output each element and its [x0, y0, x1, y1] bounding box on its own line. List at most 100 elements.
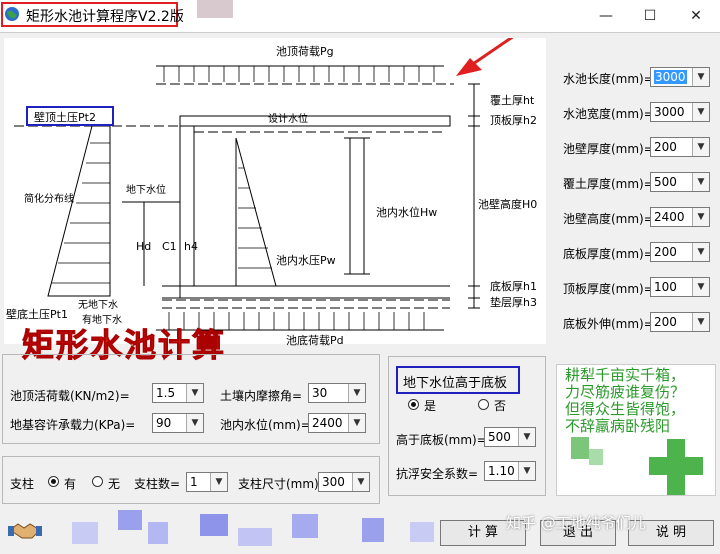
label-inner-water-level: 池内水位Hw: [376, 206, 438, 219]
column-size-select[interactable]: 300 ▼: [318, 472, 370, 492]
pixel-block: [72, 522, 98, 544]
dim-select[interactable]: 3000 ▼: [650, 67, 710, 87]
label-top-load: 池顶荷载Pg: [276, 45, 334, 58]
chevron-down-icon[interactable]: ▼: [518, 462, 535, 480]
chevron-down-icon[interactable]: ▼: [692, 68, 709, 86]
dim-label: 池壁高度(mm)=: [563, 212, 654, 226]
column-yes-radio[interactable]: [48, 476, 59, 487]
bearing-capacity-select[interactable]: 90 ▼: [152, 413, 204, 433]
dim-value: 500: [654, 175, 677, 189]
pixel-block: [200, 514, 228, 536]
dim-select[interactable]: 3000 ▼: [650, 102, 710, 122]
label-c1: C1: [162, 240, 177, 253]
dim-label: 顶板厚度(mm)=: [563, 282, 654, 296]
label-cushion: 垫层厚h3: [490, 296, 537, 309]
chevron-down-icon[interactable]: ▼: [692, 243, 709, 261]
dim-select[interactable]: 500 ▼: [650, 172, 710, 192]
label-wall-top-pressure: 壁顶土压Pt2: [34, 111, 96, 124]
divider: [0, 32, 720, 33]
dim-label: 底板外伸(mm)=: [563, 317, 654, 331]
poem-line: 力尽筋疲谁复伤？: [565, 383, 686, 401]
bearing-capacity-value: 90: [156, 416, 172, 430]
label-wall-height: 池壁高度H0: [478, 198, 538, 211]
column-no-radio[interactable]: [92, 476, 103, 487]
pixel-block: [649, 457, 703, 475]
label-bottom-load: 池底荷载Pd: [286, 334, 344, 347]
diagram-panel: 池顶荷载Pg 壁顶土压Pt2 设计水位 覆土厚ht 顶板厚h2 简化分布线 地下…: [4, 38, 546, 347]
handshake-icon: [8, 516, 42, 544]
groundwater-yes-label: 是: [424, 399, 437, 413]
label-hd: Hd: [136, 240, 152, 253]
chevron-down-icon[interactable]: ▼: [692, 138, 709, 156]
dim-select[interactable]: 200 ▼: [650, 242, 710, 262]
friction-angle-select[interactable]: 30 ▼: [308, 383, 366, 403]
groundwater-no-radio[interactable]: [478, 399, 489, 410]
label-top-slab: 顶板厚h2: [490, 114, 537, 127]
pixel-block: [118, 510, 142, 530]
dim-select[interactable]: 200 ▼: [650, 137, 710, 157]
chevron-down-icon[interactable]: ▼: [348, 414, 365, 432]
dim-label: 水池长度(mm)=: [563, 72, 654, 86]
dim-value: 3000: [654, 105, 685, 119]
chevron-down-icon[interactable]: ▼: [518, 428, 535, 446]
above-bottom-select[interactable]: 500 ▼: [484, 427, 536, 447]
top-live-load-select[interactable]: 1.5 ▼: [152, 383, 204, 403]
dim-label: 水池宽度(mm)=: [563, 107, 654, 121]
friction-angle-value: 30: [312, 386, 328, 400]
friction-angle-label: 土壤内摩擦角=: [220, 389, 303, 403]
chevron-down-icon[interactable]: ▼: [692, 313, 709, 331]
column-size-label: 支柱尺寸(mm): [238, 477, 319, 491]
dim-value: 200: [654, 245, 677, 259]
pixel-block: [148, 522, 168, 544]
poem-panel: 耕犁千亩实千箱， 力尽筋疲谁复伤？ 但得众生皆得饱， 不辞羸病卧残阳: [556, 364, 716, 496]
dim-label: 池壁厚度(mm)=: [563, 142, 654, 156]
label-h4: h4: [184, 240, 198, 253]
pixel-block: [589, 449, 603, 465]
dim-label: 底板厚度(mm)=: [563, 247, 654, 261]
pixel-block: [292, 514, 318, 538]
bearing-capacity-label: 地基容许承载力(KPa)=: [10, 418, 136, 432]
dim-select[interactable]: 2400 ▼: [650, 207, 710, 227]
blurred-area: [197, 0, 233, 18]
pixel-block: [238, 528, 272, 546]
watermark: 知乎 @工地纯爷们儿: [506, 514, 646, 532]
column-label: 支柱: [10, 477, 35, 491]
label-cover-soil: 覆土厚ht: [490, 94, 535, 107]
groundwater-no-label: 否: [494, 399, 507, 413]
column-count-value: 1: [190, 475, 198, 489]
chevron-down-icon[interactable]: ▼: [692, 173, 709, 191]
chevron-down-icon[interactable]: ▼: [186, 384, 203, 402]
poem-line: 不辞羸病卧残阳: [565, 417, 671, 435]
inner-water-level-select[interactable]: 2400 ▼: [308, 413, 366, 433]
maximize-button[interactable]: ☐: [640, 6, 660, 26]
above-bottom-value: 500: [488, 430, 511, 444]
groundwater-yes-radio[interactable]: [408, 399, 419, 410]
chevron-down-icon[interactable]: ▼: [186, 414, 203, 432]
dim-select[interactable]: 100 ▼: [650, 277, 710, 297]
column-no-label: 无: [108, 477, 121, 491]
top-live-load-label: 池顶活荷载(KN/m2)=: [10, 389, 130, 403]
dim-select[interactable]: 200 ▼: [650, 312, 710, 332]
inner-water-level-value: 2400: [312, 416, 343, 430]
chevron-down-icon[interactable]: ▼: [692, 103, 709, 121]
label-groundwater-level: 地下水位: [126, 185, 166, 196]
chevron-down-icon[interactable]: ▼: [692, 208, 709, 226]
dim-value: 200: [654, 315, 677, 329]
chevron-down-icon[interactable]: ▼: [352, 473, 369, 491]
label-simplified-dist: 简化分布线: [24, 194, 74, 205]
chevron-down-icon[interactable]: ▼: [210, 473, 227, 491]
label-bottom-slab: 底板厚h1: [490, 280, 537, 293]
poem-line: 耕犁千亩实千箱，: [565, 366, 686, 384]
label-design-water-level: 设计水位: [268, 114, 308, 125]
close-button[interactable]: ✕: [686, 6, 706, 26]
label-inner-water-pressure: 池内水压Pw: [276, 254, 336, 267]
minimize-button[interactable]: —: [596, 6, 616, 26]
chevron-down-icon[interactable]: ▼: [348, 384, 365, 402]
column-count-select[interactable]: 1 ▼: [186, 472, 228, 492]
column-yes-label: 有: [64, 477, 77, 491]
groundwater-question: 地下水位高于底板: [403, 376, 508, 391]
chevron-down-icon[interactable]: ▼: [692, 278, 709, 296]
safety-factor-select[interactable]: 1.10 ▼: [484, 461, 536, 481]
poem-line: 但得众生皆得饱，: [565, 400, 686, 418]
pixel-block: [410, 522, 434, 542]
